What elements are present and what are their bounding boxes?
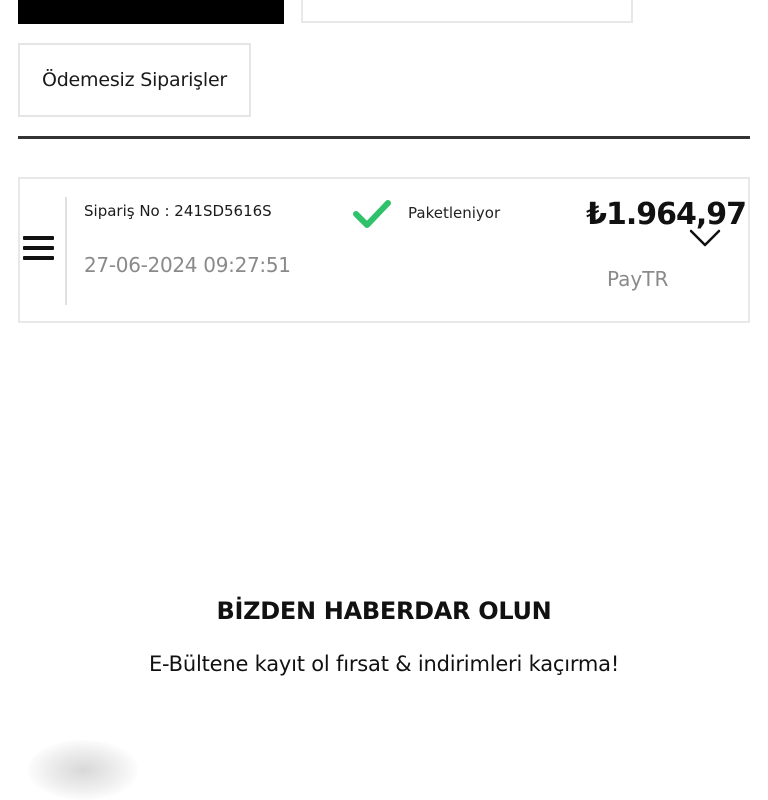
section-divider (18, 136, 750, 139)
checkmark-icon (353, 200, 391, 228)
newsletter-title: BİZDEN HABERDAR OLUN (216, 597, 552, 625)
order-card[interactable]: Sipariş No : 241SD5616S 27-06-2024 09:27… (18, 177, 750, 323)
hamburger-menu-icon[interactable] (23, 236, 54, 264)
orders-tab-active[interactable] (18, 0, 284, 24)
card-divider (65, 197, 67, 305)
order-total-price: ₺1.964,97 (586, 197, 747, 232)
order-date: 27-06-2024 09:27:51 (84, 253, 291, 277)
orders-tab-secondary[interactable] (301, 0, 633, 23)
order-number: Sipariş No : 241SD5616S (84, 202, 272, 220)
unpaid-orders-tab-label: Ödemesiz Siparişler (41, 69, 228, 91)
unpaid-orders-tab[interactable]: Ödemesiz Siparişler (18, 43, 251, 117)
floating-action-shadow (28, 740, 138, 800)
chevron-down-icon[interactable] (688, 223, 722, 249)
order-status: Paketleniyor (408, 204, 501, 222)
newsletter-subtitle: E-Bültene kayıt ol fırsat & indirimleri … (148, 652, 620, 676)
payment-method: PayTR (607, 267, 669, 291)
